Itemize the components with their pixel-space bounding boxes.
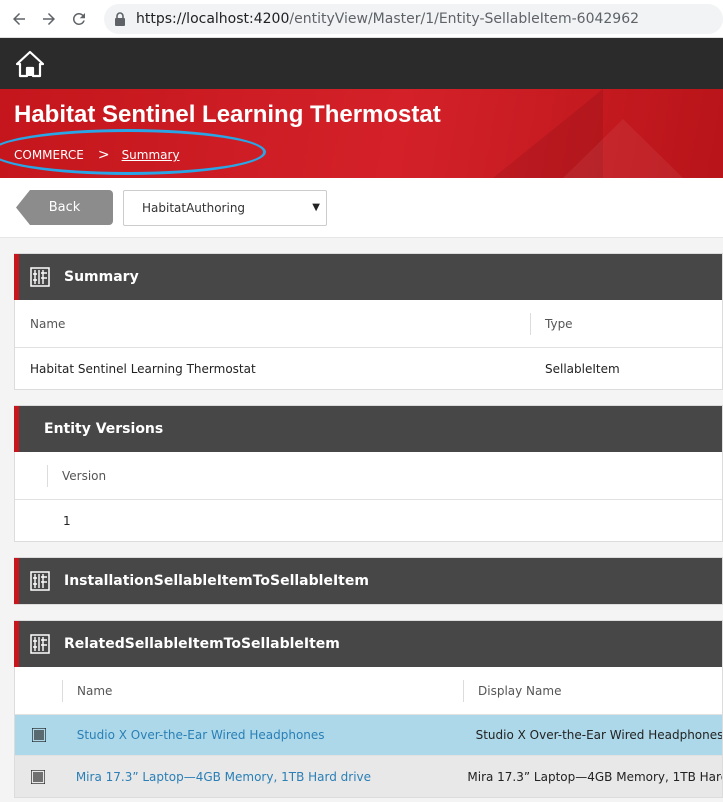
table-header-row: Name Type — [15, 300, 722, 348]
related-panel-title: RelatedSellableItemToSellableItem — [64, 636, 340, 652]
grid-icon — [30, 571, 50, 591]
page-title: Habitat Sentinel Learning Thermostat — [14, 101, 441, 128]
table-header-row: Version — [15, 452, 722, 500]
reload-icon[interactable] — [68, 8, 90, 30]
installation-panel: InstallationSellableItemToSellableItem — [14, 557, 723, 605]
page-toolbar: Back HabitatAuthoring ▼ — [0, 178, 723, 238]
home-icon[interactable] — [16, 50, 44, 78]
barcode-icon — [31, 728, 46, 742]
table-row: Habitat Sentinel Learning Thermostat Sel… — [15, 348, 722, 389]
table-row[interactable]: Mira 17.3” Laptop—4GB Memory, 1TB Hard d… — [15, 756, 722, 797]
related-item-display-name: Mira 17.3” Laptop—4GB Memory, 1TB Hard — [467, 769, 722, 784]
entity-versions-panel-header[interactable]: Entity Versions — [14, 406, 722, 452]
back-button[interactable]: Back — [16, 190, 113, 225]
related-panel-header[interactable]: RelatedSellableItemToSellableItem — [14, 621, 722, 667]
summary-type-value: SellableItem — [545, 361, 620, 376]
table-row: 1 — [15, 500, 722, 541]
related-table: Name Display Name Studio X Over-the-Ear … — [14, 667, 722, 797]
table-header-row: Name Display Name — [15, 667, 722, 715]
url-path: /entityView/Master/1/Entity-SellableItem… — [289, 10, 640, 27]
summary-name-value: Habitat Sentinel Learning Thermostat — [30, 361, 256, 376]
entity-versions-table: Version 1 — [14, 452, 722, 541]
column-header-type[interactable]: Type — [531, 317, 573, 331]
column-header-name[interactable]: Name — [15, 317, 530, 331]
entity-versions-panel: Entity Versions Version 1 — [14, 405, 723, 542]
app-top-bar — [0, 38, 723, 89]
summary-panel-header[interactable]: Summary — [14, 254, 722, 300]
page-header: Habitat Sentinel Learning Thermostat COM… — [0, 89, 723, 178]
column-header-display-name[interactable]: Display Name — [464, 684, 561, 698]
header-decoration — [563, 119, 683, 178]
related-panel: RelatedSellableItemToSellableItem Name D… — [14, 620, 723, 798]
environment-select-value: HabitatAuthoring — [142, 200, 246, 215]
forward-arrow-icon[interactable] — [38, 8, 60, 30]
installation-panel-header[interactable]: InstallationSellableItemToSellableItem — [14, 558, 722, 604]
column-header-version[interactable]: Version — [48, 469, 106, 483]
main-content: Summary Name Type Habitat Sentinel Learn… — [0, 238, 723, 798]
environment-select[interactable]: HabitatAuthoring ▼ — [123, 189, 327, 226]
table-row[interactable]: Studio X Over-the-Ear Wired Headphones S… — [15, 715, 722, 756]
address-bar[interactable]: https://localhost:4200/entityView/Master… — [104, 3, 723, 34]
barcode-icon — [31, 769, 46, 784]
related-item-display-name: Studio X Over-the-Ear Wired Headphones — [475, 728, 722, 742]
related-item-name-link[interactable]: Mira 17.3” Laptop—4GB Memory, 1TB Hard d… — [62, 770, 454, 784]
browser-toolbar: https://localhost:4200/entityView/Master… — [0, 0, 723, 38]
installation-panel-title: InstallationSellableItemToSellableItem — [64, 573, 369, 589]
caret-down-icon: ▼ — [312, 201, 320, 213]
grid-icon — [30, 634, 50, 654]
grid-icon — [30, 267, 50, 287]
annotation-highlight-ellipse — [0, 129, 266, 175]
url-host: https://localhost:4200 — [136, 10, 290, 27]
lock-icon — [115, 11, 125, 26]
summary-table: Name Type Habitat Sentinel Learning Ther… — [14, 300, 722, 389]
back-arrow-icon[interactable] — [8, 8, 30, 30]
entity-versions-panel-title: Entity Versions — [44, 421, 164, 437]
summary-panel-title: Summary — [64, 269, 139, 285]
column-header-name[interactable]: Name — [63, 684, 463, 698]
related-item-name-link[interactable]: Studio X Over-the-Ear Wired Headphones — [63, 728, 462, 742]
version-value: 1 — [63, 513, 71, 528]
summary-panel: Summary Name Type Habitat Sentinel Learn… — [14, 253, 723, 390]
